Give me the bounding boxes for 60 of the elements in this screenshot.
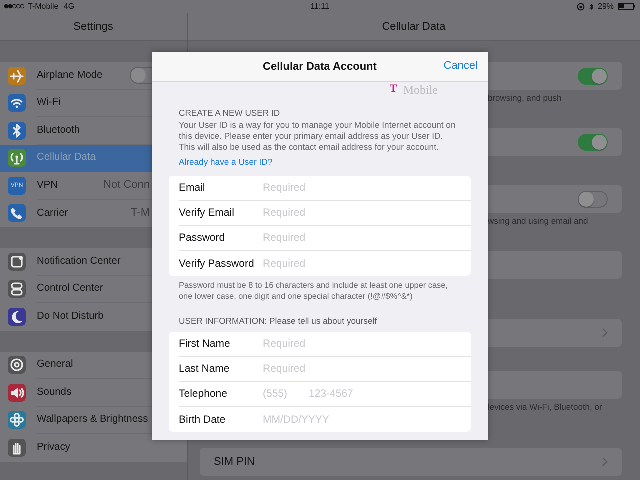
- cancel-button[interactable]: Cancel: [444, 60, 478, 72]
- row-label: Bluetooth: [37, 124, 82, 136]
- clock-time: 11:11: [310, 2, 330, 11]
- pane-title: Cellular Data: [382, 20, 446, 32]
- field-label: Verify Email: [179, 207, 236, 220]
- battery-percent: 29%: [598, 2, 614, 11]
- field-label: Password: [179, 232, 226, 244]
- logo-text: Mobile: [403, 84, 438, 96]
- row-label: Wallpapers & Brightness: [37, 414, 150, 426]
- row-label: Control Center: [37, 283, 104, 294]
- row-label: General: [37, 359, 74, 370]
- field-label: Email: [179, 182, 206, 194]
- input-field[interactable]: Required: [263, 258, 373, 270]
- section-header: CREATE A NEW USER ID: [178, 108, 282, 118]
- carrier-name: T-Mobile: [28, 2, 59, 11]
- settings-row[interactable]: SIM PIN: [200, 448, 622, 476]
- row-label: Do Not Disturb: [37, 311, 105, 322]
- input-field[interactable]: MM/DD/YYYY: [263, 414, 373, 426]
- row-label: Notification Center: [37, 256, 122, 267]
- battery-icon: [618, 3, 636, 10]
- input-field[interactable]: Required: [263, 338, 373, 350]
- rotation-lock-icon: [577, 2, 585, 10]
- pane-title: Settings: [74, 20, 114, 32]
- input-field[interactable]: Required: [263, 232, 373, 244]
- section-header: USER INFORMATION: Please tell us about yourself: [178, 316, 378, 326]
- field-label: Verify Password: [179, 258, 256, 270]
- settings-row[interactable]: Privacy: [0, 434, 187, 462]
- row-label: VPN: [37, 180, 59, 191]
- toggle-switch[interactable]: [578, 68, 608, 84]
- password-hint: Password must be 8 to 16 characters and include at least one upper case, one lower case, one digit and one special character (!@#$%^&*): [178, 280, 449, 302]
- row-label: Wi-Fi: [37, 97, 62, 108]
- input-field[interactable]: Required: [263, 207, 373, 220]
- toggle-switch[interactable]: [578, 134, 608, 150]
- field-label: Last Name: [179, 363, 231, 376]
- input-field[interactable]: Required: [263, 363, 373, 376]
- input-field[interactable]: 123-4567: [309, 388, 379, 400]
- footer-note: levices via Wi-Fi, Bluetooth, or: [488, 402, 602, 412]
- row-label: Sounds: [37, 386, 73, 398]
- footer-note: wsing and using email and: [488, 216, 588, 226]
- chevron-icon: [602, 328, 608, 338]
- field-label: Birth Date: [179, 414, 227, 426]
- row-value: Not Conn: [104, 179, 150, 192]
- chevron-icon: [602, 457, 608, 467]
- bluetooth-icon: [589, 2, 594, 10]
- logo-mark: T: [390, 84, 398, 95]
- row-label: Carrier: [37, 208, 70, 219]
- row-label: SIM PIN: [214, 456, 256, 468]
- row-value: T-M: [131, 207, 150, 220]
- row-label: Privacy: [37, 442, 72, 454]
- field-label: Telephone: [179, 388, 228, 400]
- signal-icon: [4, 4, 25, 9]
- sheet-title: Cellular Data Account: [263, 60, 377, 72]
- input-field[interactable]: (555): [263, 388, 299, 400]
- toggle-switch[interactable]: [578, 190, 608, 208]
- row-label: Airplane Mode: [37, 70, 104, 81]
- footer-note: browsing, and push: [488, 93, 562, 103]
- row-label: Cellular Data: [37, 152, 97, 164]
- field-label: First Name: [179, 338, 232, 350]
- input-field[interactable]: Required: [263, 182, 373, 194]
- network-type: 4G: [62, 2, 75, 11]
